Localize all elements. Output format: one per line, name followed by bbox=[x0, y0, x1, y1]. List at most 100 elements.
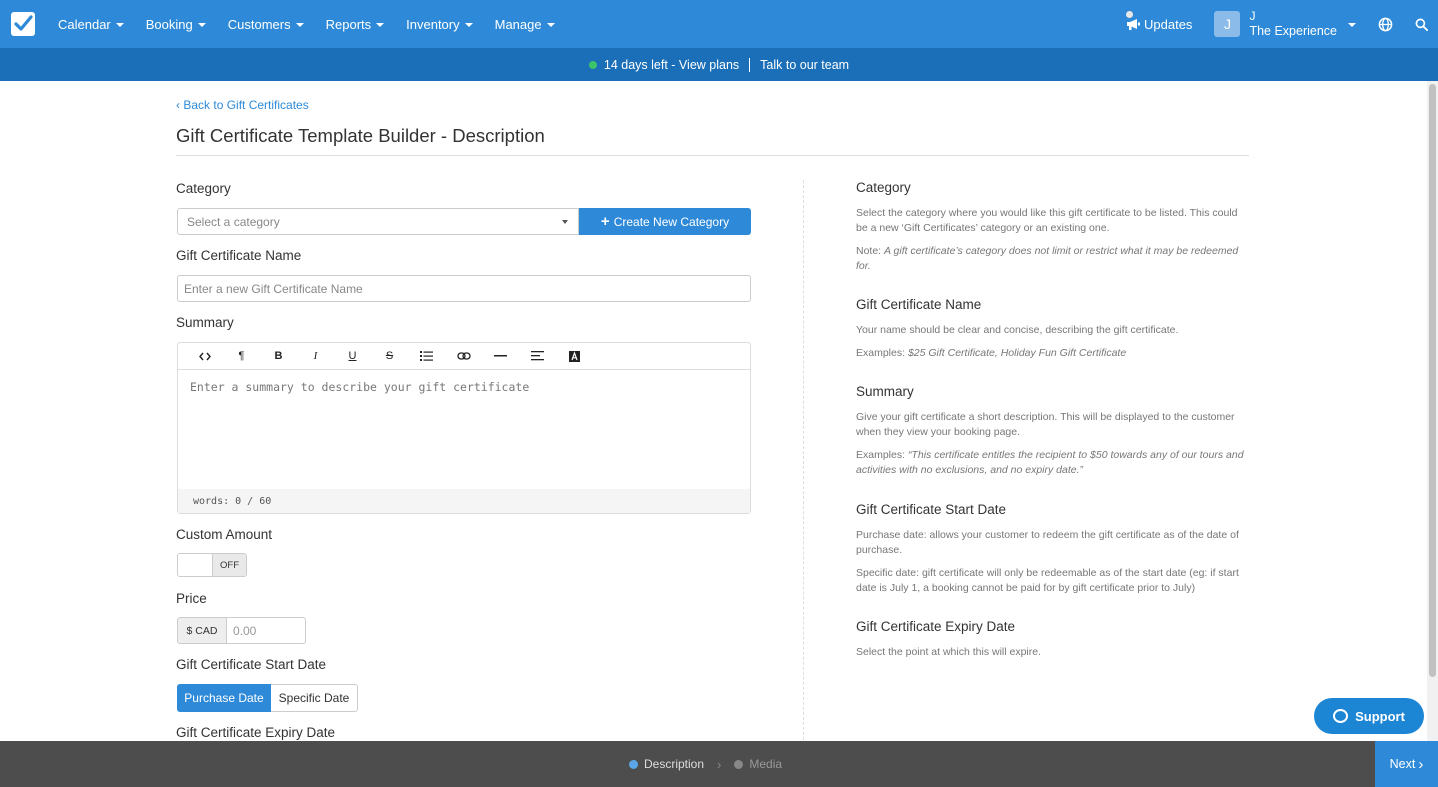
help-name-title: Gift Certificate Name bbox=[856, 297, 982, 312]
divider bbox=[749, 57, 751, 72]
editor-toolbar: ¶ B I U S bbox=[178, 343, 750, 370]
italic-icon[interactable]: I bbox=[297, 343, 334, 370]
support-button[interactable]: Support bbox=[1314, 698, 1424, 734]
help-start-date: Gift Certificate Start Date Purchase dat… bbox=[856, 502, 1249, 604]
nav-booking-label: Booking bbox=[145, 16, 193, 32]
wizard-footer: Description › Media Next › bbox=[0, 741, 1438, 787]
caret-down-icon bbox=[546, 22, 555, 27]
nav-right: Updates J J The Experience bbox=[1126, 0, 1438, 48]
underline-icon[interactable]: U bbox=[334, 343, 371, 370]
view-plans-link[interactable]: 14 days left - View plans bbox=[604, 58, 739, 72]
currency-addon: $ CAD bbox=[178, 618, 227, 643]
price-label: Price bbox=[176, 591, 207, 606]
link-icon[interactable] bbox=[445, 343, 482, 370]
nav-customers-label: Customers bbox=[227, 16, 291, 32]
help-expiry-title: Gift Certificate Expiry Date bbox=[856, 619, 1016, 634]
step-description[interactable]: Description bbox=[644, 757, 704, 771]
toggle-state: OFF bbox=[213, 554, 246, 576]
user-name: J bbox=[1249, 9, 1256, 23]
plus-icon: + bbox=[600, 213, 610, 230]
globe-icon[interactable] bbox=[1378, 17, 1393, 32]
examples-text: $25 Gift Certificate, Holiday Fun Gift C… bbox=[907, 347, 1127, 359]
caret-down-icon bbox=[197, 22, 206, 27]
megaphone-icon bbox=[1127, 18, 1141, 30]
category-select-value: Select a category bbox=[187, 214, 280, 229]
text-color-icon[interactable] bbox=[556, 343, 593, 370]
step-media[interactable]: Media bbox=[749, 757, 782, 771]
summary-textarea[interactable]: Enter a summary to describe your gift ce… bbox=[178, 370, 750, 489]
back-link[interactable]: ‹ Back to Gift Certificates bbox=[176, 98, 309, 112]
help-summary: Summary Give your gift certificate a sho… bbox=[856, 384, 1249, 486]
category-select[interactable]: Select a category bbox=[177, 208, 579, 235]
updates-button[interactable]: Updates bbox=[1126, 10, 1193, 32]
horizontal-rule-icon[interactable] bbox=[482, 343, 519, 370]
purchase-date-option[interactable]: Purchase Date bbox=[177, 684, 271, 712]
scrollbar[interactable] bbox=[1427, 81, 1438, 741]
caret-down-icon bbox=[464, 22, 473, 27]
talk-to-team-link[interactable]: Talk to our team bbox=[760, 58, 849, 72]
scrollbar-thumb[interactable] bbox=[1429, 84, 1436, 677]
next-label: Next bbox=[1389, 757, 1416, 771]
help-start-title: Gift Certificate Start Date bbox=[856, 502, 1007, 517]
summary-label: Summary bbox=[176, 315, 234, 330]
help-category-note: Note: A gift certificate’s category does… bbox=[856, 244, 1249, 274]
column-divider bbox=[803, 180, 804, 740]
user-caret-down-icon[interactable] bbox=[1348, 22, 1356, 27]
align-left-icon[interactable] bbox=[519, 343, 556, 370]
caret-down-icon bbox=[376, 22, 385, 27]
specific-date-option[interactable]: Specific Date bbox=[271, 684, 358, 712]
nav-calendar[interactable]: Calendar bbox=[47, 0, 135, 48]
updates-notification-dot bbox=[1126, 10, 1134, 18]
online-dot-icon bbox=[588, 60, 597, 69]
name-placeholder: Enter a new Gift Certificate Name bbox=[184, 281, 363, 296]
help-summary-examples: Examples: “This certificate entitles the… bbox=[856, 448, 1249, 478]
user-menu[interactable]: J The Experience bbox=[1249, 9, 1337, 39]
nav-manage[interactable]: Manage bbox=[484, 0, 566, 48]
help-name-examples: Examples: $25 Gift Certificate, Holiday … bbox=[856, 346, 1249, 361]
nav-inventory[interactable]: Inventory bbox=[395, 0, 483, 48]
caret-down-icon bbox=[562, 220, 568, 224]
nav-customers[interactable]: Customers bbox=[217, 0, 315, 48]
help-summary-title: Summary bbox=[856, 384, 914, 399]
page-title: Gift Certificate Template Builder - Desc… bbox=[176, 125, 545, 146]
help-start-text-1: Purchase date: allows your customer to r… bbox=[856, 529, 1239, 556]
strikethrough-icon[interactable]: S bbox=[371, 343, 408, 370]
code-view-icon[interactable] bbox=[186, 343, 223, 370]
chevron-right-icon: › bbox=[717, 756, 722, 772]
caret-down-icon bbox=[115, 22, 124, 27]
start-date-selector: Purchase Date Specific Date bbox=[177, 684, 358, 712]
note-prefix: Note: bbox=[856, 245, 885, 257]
create-category-button[interactable]: + Create New Category bbox=[579, 208, 751, 235]
next-button[interactable]: Next › bbox=[1375, 741, 1438, 787]
wizard-steps: Description › Media bbox=[629, 741, 782, 787]
help-category: Category Select the category where you w… bbox=[856, 180, 1249, 282]
price-input[interactable]: 0.00 bbox=[227, 618, 305, 643]
help-summary-text: Give your gift certificate a short descr… bbox=[856, 411, 1235, 438]
search-icon[interactable] bbox=[1415, 18, 1428, 31]
help-category-text: Select the category where you would like… bbox=[856, 207, 1238, 234]
gift-certificate-name-input[interactable]: Enter a new Gift Certificate Name bbox=[177, 275, 751, 302]
checkbox-logo-icon[interactable] bbox=[11, 12, 35, 36]
nav-inventory-label: Inventory bbox=[406, 16, 460, 32]
support-label: Support bbox=[1355, 708, 1405, 724]
divider bbox=[176, 155, 1249, 156]
custom-amount-label: Custom Amount bbox=[176, 527, 273, 542]
bold-icon[interactable]: B bbox=[260, 343, 297, 370]
nav-booking[interactable]: Booking bbox=[135, 0, 217, 48]
custom-amount-toggle[interactable]: OFF bbox=[177, 553, 247, 577]
word-count: words: 0 / 60 bbox=[178, 489, 750, 513]
org-name: The Experience bbox=[1249, 24, 1337, 38]
updates-label: Updates bbox=[1144, 16, 1193, 32]
nav-reports[interactable]: Reports bbox=[315, 0, 396, 48]
create-category-label: Create New Category bbox=[613, 214, 730, 229]
list-icon[interactable] bbox=[408, 343, 445, 370]
trial-banner: 14 days left - View plans Talk to our te… bbox=[0, 48, 1438, 81]
chevron-right-icon: › bbox=[1418, 755, 1424, 773]
name-label: Gift Certificate Name bbox=[176, 248, 302, 263]
paragraph-icon[interactable]: ¶ bbox=[223, 343, 260, 370]
nav-manage-label: Manage bbox=[494, 16, 542, 32]
caret-down-icon bbox=[295, 22, 304, 27]
start-date-label: Gift Certificate Start Date bbox=[176, 657, 327, 672]
avatar[interactable]: J bbox=[1214, 11, 1241, 37]
note-text: A gift certificate’s category does not l… bbox=[856, 245, 1239, 272]
